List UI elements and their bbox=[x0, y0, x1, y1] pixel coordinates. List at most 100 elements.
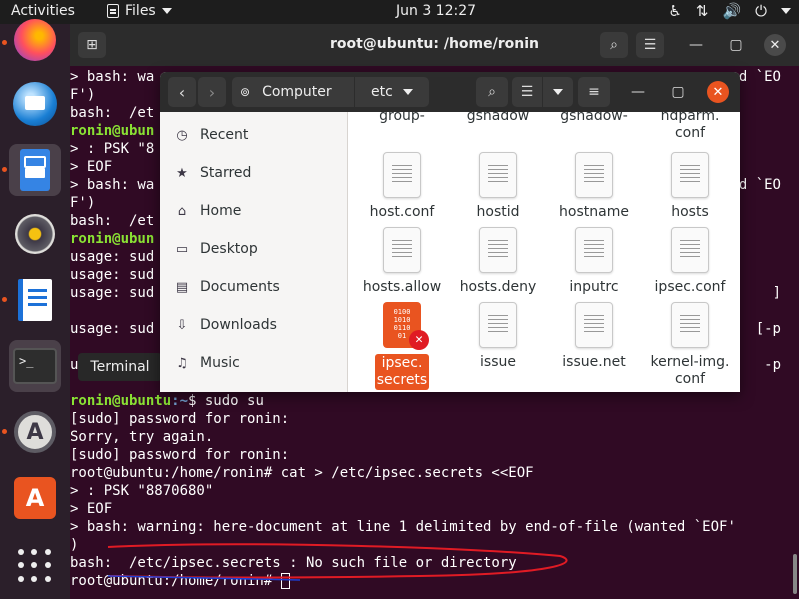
terminal-line: root@ubuntu:/home/ronin# cat > /etc/ipse… bbox=[70, 465, 534, 481]
file-item[interactable]: hosts.allow bbox=[354, 227, 450, 296]
breadcrumb-etc[interactable]: etc bbox=[355, 77, 429, 107]
sidebar-item-music[interactable]: ♫ Music bbox=[160, 344, 348, 382]
terminal-titlebar[interactable]: ⊞ root@ubuntu: /home/ronin ⌕ ☰ — ▢ ✕ bbox=[70, 24, 799, 66]
minimize-button[interactable]: — bbox=[626, 80, 650, 104]
terminal-line: ) bbox=[70, 537, 79, 553]
dock-files[interactable] bbox=[9, 144, 61, 196]
close-button[interactable]: ✕ bbox=[764, 34, 786, 56]
sidebar-item-label: Recent bbox=[200, 127, 249, 143]
file-name: host.conf bbox=[369, 204, 435, 220]
file-item[interactable]: hdparm. conf bbox=[642, 112, 738, 142]
menu-button[interactable]: ☰ bbox=[636, 32, 664, 58]
system-tray[interactable]: ♿ ⇅ 🔊 ⏻ bbox=[668, 2, 791, 20]
text-file-icon bbox=[479, 152, 517, 198]
file-name: hostname bbox=[559, 204, 629, 220]
forward-button[interactable]: › bbox=[198, 77, 226, 107]
file-item[interactable]: hostname bbox=[546, 152, 642, 221]
dock-terminal[interactable]: >_ bbox=[9, 340, 61, 392]
sidebar-item-label: Music bbox=[200, 355, 240, 371]
binary-file-icon: 0100 1010 0110 01 ✕ bbox=[383, 302, 429, 350]
chevron-down-icon bbox=[161, 8, 172, 14]
terminal-line: bash: /et bbox=[70, 213, 155, 229]
prompt-path: :~ bbox=[171, 393, 189, 409]
terminal-line: > : PSK "8 bbox=[70, 141, 155, 157]
maximize-icon: ▢ bbox=[671, 84, 685, 100]
chevron-down-icon bbox=[553, 89, 563, 95]
terminal-line-fragment: d `EO bbox=[738, 177, 781, 193]
terminal-line: ronin@ubun bbox=[70, 123, 155, 139]
terminal-line: usage: sud bbox=[70, 249, 155, 265]
minimize-icon: — bbox=[631, 84, 645, 100]
show-applications-button[interactable] bbox=[9, 540, 61, 592]
file-item[interactable]: gshadow bbox=[450, 112, 546, 125]
binary-pattern: 0100 1010 0110 01 bbox=[393, 308, 411, 340]
file-manager-window[interactable]: ‹ › ⊚ Computer etc ⌕ ☰ ≡ — ▢ ✕ ◷ Recent ★… bbox=[160, 72, 740, 392]
back-button[interactable]: ‹ bbox=[168, 77, 196, 107]
dock-software[interactable]: A bbox=[9, 406, 61, 458]
terminal-scrollbar[interactable] bbox=[793, 554, 797, 594]
maximize-button[interactable]: ▢ bbox=[666, 80, 690, 104]
file-item-selected[interactable]: 0100 1010 0110 01 ✕ ipsec. secrets bbox=[354, 302, 450, 390]
sidebar-item-documents[interactable]: ▤ Documents bbox=[160, 268, 348, 306]
file-item[interactable]: issue bbox=[450, 302, 546, 371]
file-item[interactable]: host.conf bbox=[354, 152, 450, 221]
terminal-prompt-line[interactable]: root@ubuntu:/home/ronin# bbox=[70, 572, 290, 590]
sidebar-item-downloads[interactable]: ⇩ Downloads bbox=[160, 306, 348, 344]
clock[interactable]: Jun 3 12:27 bbox=[396, 3, 476, 19]
text-file-icon bbox=[671, 152, 709, 198]
file-item[interactable]: ipsec.conf bbox=[642, 227, 738, 296]
files-icon bbox=[20, 149, 50, 191]
sidebar-item-starred[interactable]: ★ Starred bbox=[160, 154, 348, 192]
file-item[interactable]: hostid bbox=[450, 152, 546, 221]
minimize-button[interactable]: — bbox=[682, 32, 710, 58]
dock-thunderbird[interactable] bbox=[9, 78, 61, 130]
clock-icon: ◷ bbox=[176, 127, 188, 143]
text-file-icon bbox=[479, 302, 517, 348]
file-item[interactable]: gshadow- bbox=[546, 112, 642, 125]
dock-rhythmbox[interactable] bbox=[9, 208, 61, 260]
search-button[interactable]: ⌕ bbox=[600, 32, 628, 58]
network-icon: ⇅ bbox=[695, 2, 709, 20]
sidebar-item-home[interactable]: ⌂ Home bbox=[160, 192, 348, 230]
sidebar-item-recent[interactable]: ◷ Recent bbox=[160, 116, 348, 154]
running-indicator bbox=[2, 429, 7, 434]
search-button[interactable]: ⌕ bbox=[476, 77, 508, 107]
file-item[interactable]: kernel-img. conf bbox=[642, 302, 738, 388]
chevron-right-icon: › bbox=[208, 82, 216, 102]
file-manager-headerbar[interactable]: ‹ › ⊚ Computer etc ⌕ ☰ ≡ — ▢ ✕ bbox=[160, 72, 740, 112]
file-grid[interactable]: group- gshadow gshadow- hdparm. conf hos… bbox=[349, 112, 740, 392]
running-indicator bbox=[2, 167, 7, 172]
terminal-line: [sudo] password for ronin: bbox=[70, 411, 290, 427]
file-item[interactable]: issue.net bbox=[546, 302, 642, 371]
no-access-icon: ✕ bbox=[409, 330, 429, 350]
file-item[interactable]: group- bbox=[354, 112, 450, 125]
text-cursor bbox=[280, 573, 290, 589]
software-icon: A bbox=[14, 411, 56, 453]
maximize-button[interactable]: ▢ bbox=[722, 32, 750, 58]
running-indicator bbox=[2, 40, 7, 45]
file-item[interactable]: hosts.deny bbox=[450, 227, 546, 296]
app-menu-label: Files bbox=[125, 3, 156, 19]
app-menu-files[interactable]: Files bbox=[107, 3, 172, 19]
text-file-icon bbox=[383, 152, 421, 198]
breadcrumb-computer[interactable]: ⊚ Computer bbox=[232, 77, 354, 107]
sidebar-item-desktop[interactable]: ▭ Desktop bbox=[160, 230, 348, 268]
file-item[interactable]: inputrc bbox=[546, 227, 642, 296]
close-button[interactable]: ✕ bbox=[707, 81, 729, 103]
file-name: ipsec. secrets bbox=[374, 354, 430, 390]
file-item[interactable]: hosts bbox=[642, 152, 738, 221]
menu-button[interactable]: ≡ bbox=[578, 77, 610, 107]
dock-writer[interactable] bbox=[9, 274, 61, 326]
prompt-text: root@ubuntu:/home/ronin# bbox=[70, 573, 281, 589]
list-view-icon: ☰ bbox=[520, 84, 534, 100]
dock-firefox[interactable] bbox=[9, 14, 61, 66]
view-list-button[interactable]: ☰ bbox=[512, 77, 542, 107]
writer-icon bbox=[18, 279, 52, 321]
terminal-line: F') bbox=[70, 87, 96, 103]
terminal-line-fragment: ] bbox=[772, 285, 781, 301]
dock-app-center[interactable]: A bbox=[9, 472, 61, 524]
view-options-button[interactable] bbox=[543, 77, 573, 107]
terminal-icon: >_ bbox=[13, 348, 57, 384]
search-icon: ⌕ bbox=[488, 84, 496, 100]
file-name: hosts.allow bbox=[362, 279, 442, 295]
